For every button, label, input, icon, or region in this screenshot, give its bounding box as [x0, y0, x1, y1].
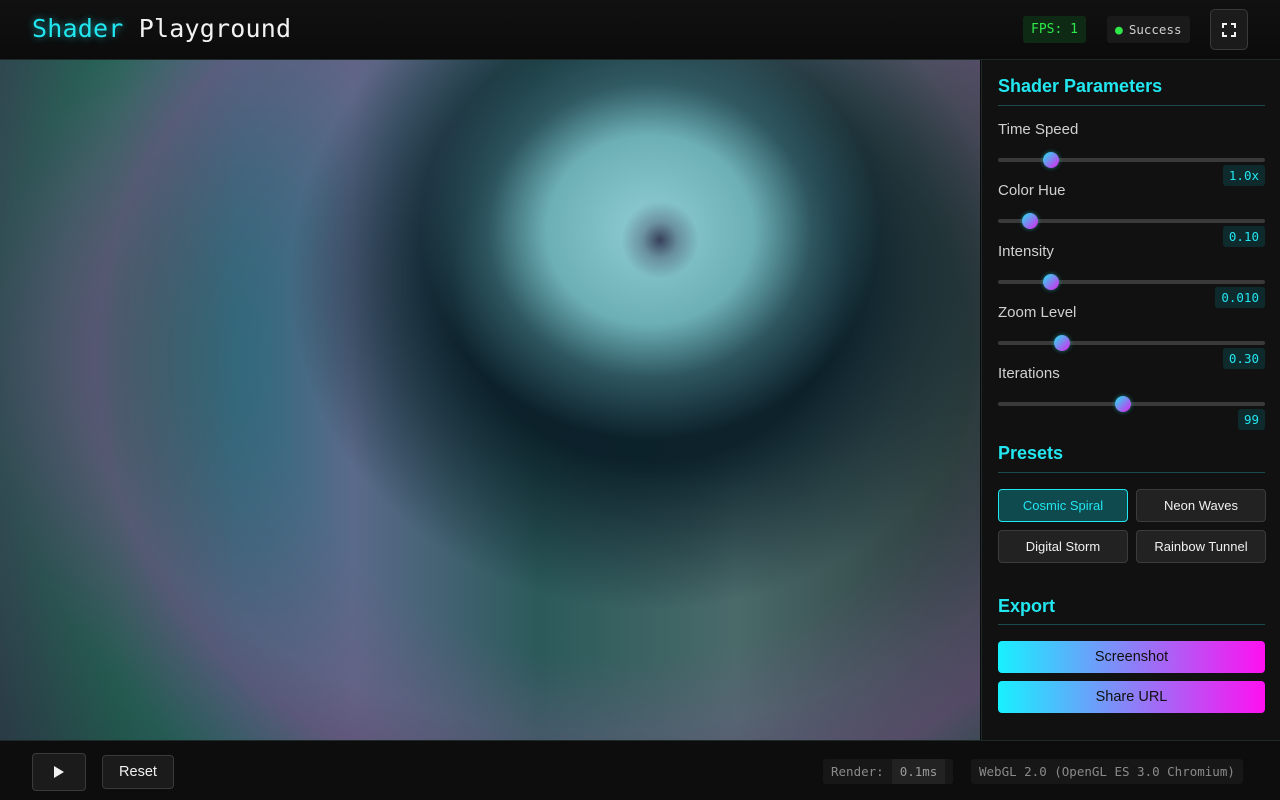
shader-canvas[interactable] [0, 60, 980, 740]
status-dot-icon: ● [1115, 23, 1123, 38]
render-value: 0.1ms [891, 759, 946, 784]
webgl-info: WebGL 2.0 (OpenGL ES 3.0 Chromium) [971, 759, 1243, 784]
param-iterations: Iterations 99 [998, 365, 1265, 430]
param-intensity: Intensity 0.010 [998, 243, 1265, 308]
slider-thumb[interactable] [1043, 274, 1060, 290]
fps-counter: FPS: 1 [1023, 16, 1086, 43]
reset-button[interactable]: Reset [102, 755, 174, 789]
canvas-vignette [0, 60, 980, 740]
slider-thumb[interactable] [1115, 396, 1132, 412]
slider-track[interactable] [998, 402, 1265, 406]
param-value: 99 [1237, 409, 1265, 430]
param-label: Color Hue [998, 182, 1066, 199]
canvas-swirl [610, 190, 710, 290]
app-title: Shader Playground [32, 14, 291, 43]
export-divider [998, 624, 1265, 625]
app-title-shader: Shader [32, 14, 124, 43]
param-color-hue: Color Hue 0.10 [998, 182, 1265, 247]
render-label: Render: [831, 764, 884, 779]
play-icon [54, 766, 64, 778]
slider-track[interactable] [998, 341, 1265, 345]
fullscreen-icon [1222, 22, 1236, 37]
slider-track[interactable] [998, 158, 1265, 162]
slider-thumb[interactable] [1054, 335, 1071, 351]
footer-bar: Reset Render: 0.1ms WebGL 2.0 (OpenGL ES… [0, 740, 1280, 800]
presets-divider [998, 472, 1265, 473]
param-label: Iterations [998, 365, 1060, 382]
preset-digital-storm[interactable]: Digital Storm [998, 530, 1128, 563]
share-url-button[interactable]: Share URL [998, 681, 1265, 713]
play-button[interactable] [32, 753, 86, 791]
parameters-title: Shader Parameters [998, 76, 1163, 96]
param-label: Time Speed [998, 121, 1079, 138]
presets-title: Presets [998, 443, 1064, 463]
slider-thumb[interactable] [1043, 152, 1060, 168]
fullscreen-button[interactable] [1210, 9, 1248, 50]
param-time-speed: Time Speed 1.0x [998, 121, 1265, 186]
slider-track[interactable] [998, 280, 1265, 284]
slider-thumb[interactable] [1022, 213, 1039, 229]
control-panel: Shader Parameters Time Speed 1.0x Color Hu… [981, 60, 1280, 740]
compile-status: ● Success [1107, 16, 1190, 43]
parameters-divider [998, 105, 1265, 106]
render-time: Render: 0.1ms [823, 759, 954, 784]
param-label: Intensity [998, 243, 1054, 260]
slider-track[interactable] [998, 219, 1265, 223]
param-label: Zoom Level [998, 304, 1077, 321]
preset-cosmic-spiral[interactable]: Cosmic Spiral [998, 489, 1128, 522]
param-zoom-level: Zoom Level 0.30 [998, 304, 1265, 369]
screenshot-button[interactable]: Screenshot [998, 641, 1265, 673]
app-title-playground: Playground [138, 14, 292, 43]
preset-rainbow-tunnel[interactable]: Rainbow Tunnel [1136, 530, 1266, 563]
app-header: Shader Playground FPS: 1 ● Success [0, 0, 1280, 60]
status-text: Success [1128, 22, 1182, 37]
export-title: Export [998, 596, 1056, 616]
preset-neon-waves[interactable]: Neon Waves [1136, 489, 1266, 522]
